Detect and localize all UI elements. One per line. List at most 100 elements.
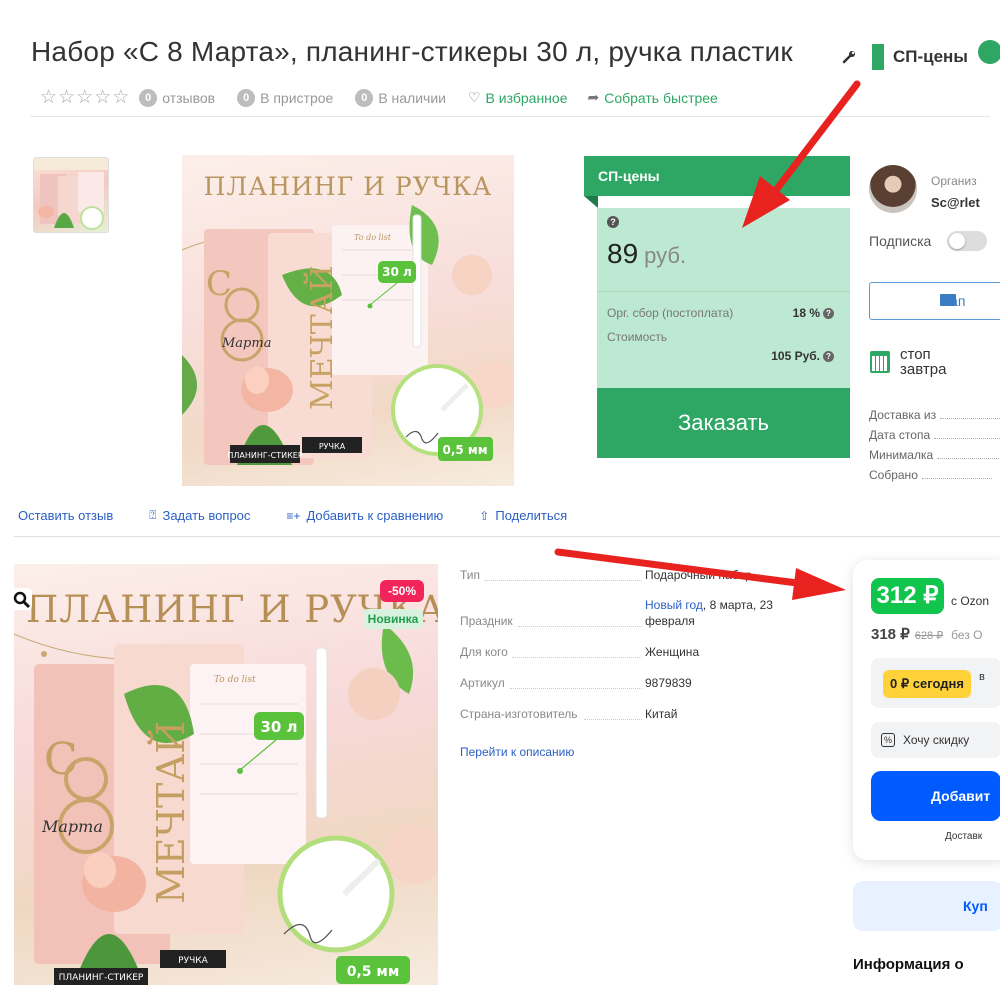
sp-tag-bar bbox=[872, 44, 884, 70]
organizer-name[interactable]: Sc@rlet bbox=[931, 195, 980, 210]
sp-prices-tag: СП-цены bbox=[872, 44, 968, 70]
avatar[interactable] bbox=[869, 165, 917, 213]
info-label: Собрано bbox=[869, 468, 918, 482]
stop-line2: завтра bbox=[900, 361, 947, 378]
star-icon[interactable]: ☆ bbox=[40, 88, 57, 107]
spec-holiday-label: Праздник bbox=[460, 614, 513, 628]
spec-country-label: Страна-изготовитель bbox=[460, 707, 578, 721]
rating-stars[interactable]: ☆ ☆ ☆ ☆ ☆ bbox=[40, 88, 129, 107]
status-indicator bbox=[978, 40, 1000, 64]
toggle-knob bbox=[949, 233, 965, 249]
stock-count[interactable]: 0 В наличии bbox=[355, 88, 446, 107]
page: Набор «С 8 Марта», планинг-стикеры 30 л,… bbox=[0, 0, 1000, 1000]
sp-box-header: СП-цены bbox=[584, 156, 850, 196]
divider bbox=[30, 116, 990, 117]
reviews-label: отзывов bbox=[162, 89, 216, 106]
pen-label: РУЧКА bbox=[319, 442, 346, 451]
add-to-cart-button[interactable]: Добавит bbox=[871, 771, 1000, 821]
favorites-link[interactable]: ♡ В избранное bbox=[468, 89, 568, 106]
tip-badge-text: 0,5 мм bbox=[347, 964, 400, 980]
want-discount-button[interactable]: % Хочу скидку bbox=[871, 722, 1000, 758]
compare-label: Добавить к сравнению bbox=[306, 508, 444, 523]
stop-date: стоп завтра bbox=[900, 347, 946, 377]
fee-label: Орг. сбор (постоплата) bbox=[607, 306, 734, 320]
product-image-graphic: ПЛАНИНГ И РУЧКА To do list С Марта МЕЧТА… bbox=[182, 172, 514, 465]
holiday-link[interactable]: Новый год bbox=[645, 598, 703, 612]
message-button[interactable]: Нап bbox=[869, 282, 1000, 320]
holiday-rest: , 8 марта, 23 bbox=[702, 598, 773, 612]
star-icon[interactable]: ☆ bbox=[94, 88, 111, 107]
subscription-toggle[interactable] bbox=[947, 231, 987, 251]
s-letter: С bbox=[44, 734, 78, 785]
share-link[interactable]: ⇧ Поделиться bbox=[479, 508, 585, 523]
mail-icon bbox=[940, 294, 956, 306]
page-title: Набор «С 8 Марта», планинг-стикеры 30 л,… bbox=[31, 36, 793, 67]
zoom-icon[interactable] bbox=[10, 588, 32, 610]
todo-text: To do list bbox=[214, 675, 256, 685]
info-label: Минималка bbox=[869, 448, 934, 462]
spec-for-label: Для кого bbox=[460, 645, 508, 659]
info-row-collected: Собрано bbox=[869, 468, 1000, 482]
leave-review-link[interactable]: Оставить отзыв bbox=[18, 508, 131, 523]
product-actions: Оставить отзыв ⍰ Задать вопрос ≡+ Добавить… bbox=[18, 508, 603, 523]
question-label: Задать вопрос bbox=[162, 508, 251, 523]
order-button[interactable]: Заказать bbox=[597, 388, 850, 458]
collect-label: Собрать быстрее bbox=[604, 89, 718, 106]
discount-icon: % bbox=[881, 733, 895, 747]
ozon-card-label: с Ozon bbox=[951, 594, 990, 608]
cost-label: Стоимость bbox=[607, 330, 668, 344]
star-icon[interactable]: ☆ bbox=[58, 88, 75, 107]
help-icon[interactable]: ? bbox=[607, 216, 619, 228]
pay-side-text: в bbox=[979, 671, 985, 683]
question-icon: ⍰ bbox=[149, 508, 157, 522]
spec-holiday-line2: февраля bbox=[645, 614, 695, 628]
sp-price-box: СП-цены ? 89 руб. Орг. сбор (постоплата) … bbox=[584, 156, 850, 458]
thumbnail-graphic bbox=[34, 158, 108, 230]
product-thumbnail[interactable] bbox=[33, 157, 109, 233]
subscription-label: Подписка bbox=[869, 233, 932, 249]
forward-arrow-icon: ➦ bbox=[587, 89, 600, 105]
star-icon[interactable]: ☆ bbox=[76, 88, 93, 107]
spec-dots bbox=[512, 657, 642, 658]
help-icon[interactable]: ? bbox=[823, 351, 834, 363]
reviews-count-badge: 0 bbox=[139, 88, 158, 107]
ask-question-link[interactable]: ⍰ Задать вопрос bbox=[149, 508, 268, 523]
attach-count[interactable]: 0 В пристрое bbox=[237, 88, 333, 107]
wrench-icon[interactable] bbox=[842, 50, 856, 64]
product-main-image[interactable]: ПЛАНИНГ И РУЧКА To do list С Марта МЕЧТА… bbox=[182, 155, 514, 486]
spec-dots bbox=[584, 719, 642, 720]
goto-description-link[interactable]: Перейти к описанию bbox=[460, 745, 574, 759]
marta-text: Марта bbox=[221, 336, 271, 351]
attach-count-badge: 0 bbox=[237, 88, 256, 107]
help-icon[interactable]: ? bbox=[823, 308, 834, 320]
star-icon[interactable]: ☆ bbox=[112, 88, 129, 107]
spec-type-label: Тип bbox=[460, 568, 481, 582]
heart-icon: ♡ bbox=[467, 89, 481, 105]
spec-holiday-value: Новый год, 8 марта, 23 bbox=[645, 598, 773, 612]
sticker-label: ПЛАНИНГ-СТИКЕР bbox=[227, 451, 302, 460]
stop-line1: стоп bbox=[900, 346, 931, 363]
spec-article-label: Артикул bbox=[460, 676, 505, 690]
ozon-card-price: 312 ₽ bbox=[871, 578, 944, 614]
collect-faster-link[interactable]: ➦ Собрать быстрее bbox=[587, 89, 717, 106]
calendar-icon bbox=[870, 351, 890, 373]
spec-country-value: Китай bbox=[645, 707, 678, 721]
organizer-label: Организ bbox=[931, 174, 977, 188]
reviews-count[interactable]: 0 отзывов bbox=[139, 88, 216, 107]
installment-box[interactable] bbox=[871, 658, 1000, 708]
delivery-text: Доставк bbox=[945, 831, 983, 842]
stock-label: В наличии bbox=[378, 89, 446, 106]
image-title: ПЛАНИНГ И РУЧКА bbox=[204, 172, 493, 201]
compare-link[interactable]: ≡+ Добавить к сравнению bbox=[286, 508, 461, 523]
share-label: Поделиться bbox=[495, 508, 568, 523]
buy-now-button[interactable]: Куп bbox=[853, 881, 1000, 931]
divider bbox=[14, 536, 1000, 537]
without-card-label: без О bbox=[951, 628, 983, 642]
dream-text: МЕЧТАЙ bbox=[148, 721, 193, 904]
compare-icon: ≡+ bbox=[286, 508, 301, 523]
spec-dots bbox=[484, 580, 642, 581]
share-icon: ⇧ bbox=[479, 508, 490, 523]
info-row-minimum: Минималка bbox=[869, 448, 1000, 462]
marta-text: Марта bbox=[41, 817, 103, 836]
pen-label: РУЧКА bbox=[178, 956, 208, 966]
